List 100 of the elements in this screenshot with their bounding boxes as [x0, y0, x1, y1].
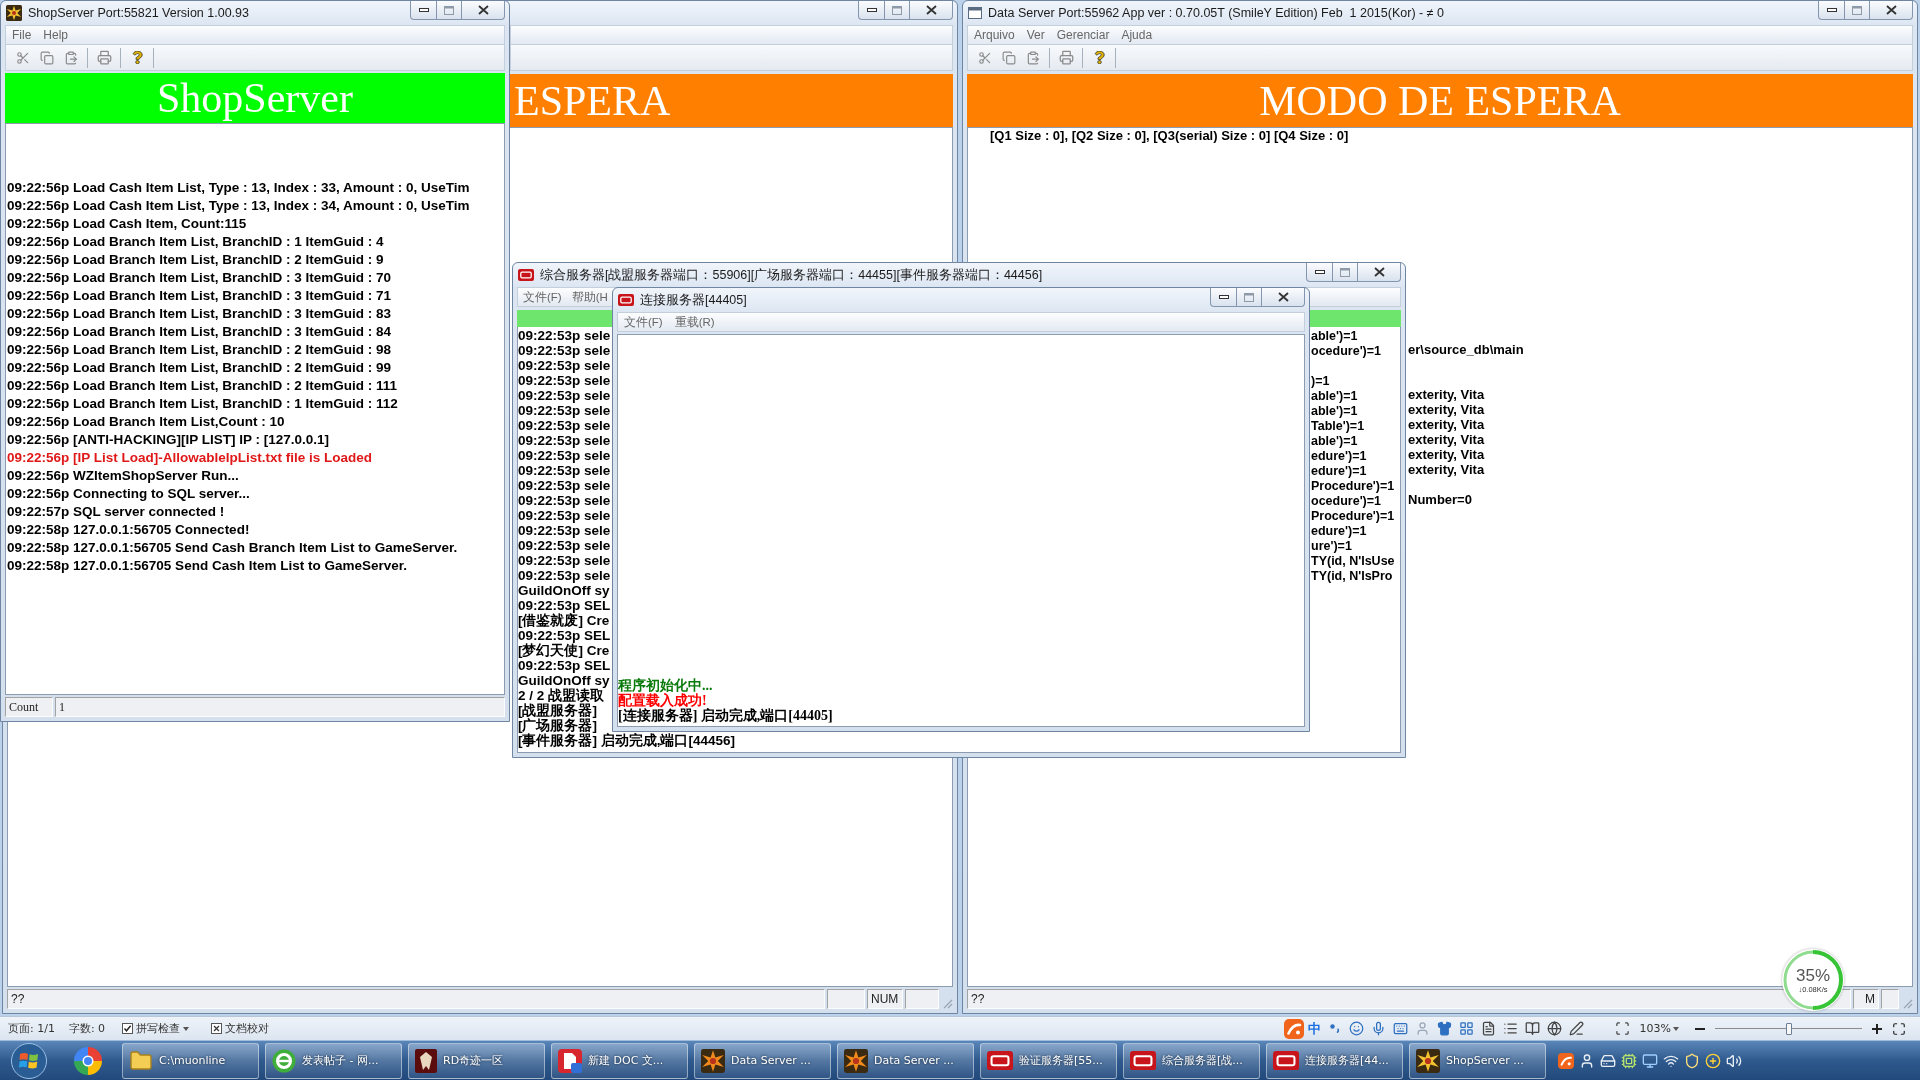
speaker-icon[interactable] [1726, 1052, 1742, 1069]
log-line: 09:22:53p sele [518, 568, 611, 583]
logo-button[interactable] [1282, 1017, 1305, 1040]
log-line: 2 / 2 战盟读取 [518, 688, 605, 703]
smiley-icon [1349, 1021, 1365, 1036]
punctuation-icon [1329, 1024, 1340, 1033]
menu-item[interactable]: 重载(R) [668, 313, 721, 331]
maximize-icon [1852, 5, 1862, 15]
taskbar-button[interactable]: ShopServer ... [1409, 1042, 1546, 1079]
plus-circle-icon[interactable] [1705, 1052, 1721, 1069]
taskbar-button[interactable]: C:\muonline [122, 1042, 259, 1079]
ime-mode-button[interactable]: 中 [1304, 1017, 1324, 1040]
window-title: ShopServer Port:55821 Version 1.00.93 [28, 6, 249, 20]
log-line: er\source_db\main [1408, 342, 1524, 357]
menu-item[interactable]: Ajuda [1115, 26, 1159, 44]
log-line: 09:22:56p [ANTI-HACKING][IP LIST] IP : [127.0.0.1] [7, 431, 330, 449]
chip-icon[interactable] [1621, 1052, 1637, 1069]
page-icon [1481, 1021, 1497, 1036]
log-line: 09:22:58p 127.0.0.1:56705 Connected! [7, 521, 250, 539]
shield-icon[interactable] [1684, 1052, 1700, 1069]
caret-icon [183, 1026, 190, 1031]
star-emblem-icon [6, 5, 22, 21]
user-icon [1415, 1021, 1431, 1036]
taskbar-button[interactable]: RD奇迹一区 [408, 1042, 545, 1079]
taskbar-button[interactable]: Data Server ... [694, 1042, 831, 1079]
log-line: exterity, Vita [1408, 402, 1485, 417]
spell-check-button[interactable]: 拼写检查 [119, 1021, 193, 1036]
close-button[interactable] [1357, 263, 1401, 282]
log-line: GuildOnOff sy [518, 673, 610, 688]
log-line: exterity, Vita [1408, 432, 1485, 447]
log-line: 09:22:56p Load Branch Item List, BranchID : 3 ItemGuid : 84 [7, 323, 392, 341]
minimize-button[interactable] [410, 1, 437, 20]
log-line: exterity, Vita [1408, 447, 1485, 462]
caret-icon [1673, 1026, 1679, 1031]
close-button[interactable] [909, 1, 953, 20]
slider-thumb[interactable] [1785, 1022, 1792, 1035]
menu-item[interactable]: Gerenciar [1050, 26, 1116, 44]
minimize-icon [1218, 295, 1229, 299]
scissors-icon [16, 50, 30, 65]
log-line: 09:22:56p Load Branch Item List, BranchID : 3 ItemGuid : 70 [7, 269, 392, 287]
taskbar-button[interactable]: 验证服务器[55... [980, 1042, 1117, 1079]
log-line: 09:22:53p sele [518, 493, 611, 508]
meter-percent: 35% [1796, 966, 1830, 985]
minimize-button[interactable] [1210, 288, 1237, 307]
crossed-box-icon [211, 1023, 223, 1034]
resize-grip-icon [1901, 997, 1913, 1009]
log-line: able')=1 [1311, 329, 1358, 343]
status-pane: ?? [7, 989, 825, 1009]
menu-item[interactable]: Ver [1020, 26, 1051, 44]
window-title: 连接服务器[44405] [640, 291, 747, 309]
user-icon[interactable] [1579, 1052, 1595, 1069]
log-line: 09:22:53p sele [518, 388, 611, 403]
proofread-button[interactable]: 文档校对 [208, 1021, 273, 1036]
minimize-button[interactable] [1306, 263, 1333, 282]
log-line: [连接服务器] 启动完成,端口[44405] [618, 708, 833, 723]
menu-item[interactable]: 帮助(H [566, 288, 613, 306]
close-icon [1277, 292, 1289, 302]
log-line: able')=1 [1311, 404, 1358, 418]
drive-icon[interactable] [1600, 1052, 1616, 1069]
taskbar-button[interactable]: 新建 DOC 文... [551, 1042, 688, 1079]
taskbar-button[interactable]: Data Server ... [837, 1042, 974, 1079]
list-icon [1503, 1021, 1519, 1036]
menu-item[interactable]: 文件(F) [618, 313, 669, 331]
taskbar-button[interactable]: 综合服务器[战... [1123, 1042, 1260, 1079]
log-line: 09:22:56p [IP List Load]-AllowableIpList.txt file is Loaded [7, 449, 373, 467]
printer-icon [96, 50, 112, 65]
paste-icon [64, 50, 78, 65]
log-line: [事件服务器] 启动完成,端口[44456] [518, 733, 736, 748]
menu-item[interactable]: Arquivo [968, 26, 1021, 44]
app-tile-icon [1273, 1050, 1299, 1071]
log-line: GuildOnOff sy [518, 583, 610, 598]
close-button[interactable] [461, 1, 505, 20]
menu-item[interactable]: 文件(F) [518, 288, 567, 306]
taskbar-button[interactable]: 连接服务器[44... [1266, 1042, 1403, 1079]
minimize-button[interactable] [1818, 1, 1845, 20]
globe-icon [1547, 1021, 1563, 1036]
taskbar-button[interactable]: 发表帖子 - 网... [265, 1042, 402, 1079]
banner: MODO DE ESPERA [967, 74, 1913, 127]
log-line: ocedure')=1 [1311, 494, 1381, 508]
star-emblem-icon [1416, 1048, 1440, 1073]
book-icon [1525, 1021, 1541, 1036]
log-line: 09:22:53p SEL [518, 658, 611, 673]
monitor-icon[interactable] [1642, 1052, 1658, 1069]
menu-item[interactable]: File [6, 26, 38, 44]
log-line: 09:22:56p Load Branch Item List, BranchID : 3 ItemGuid : 83 [7, 305, 392, 323]
close-icon [477, 5, 489, 15]
swoosh-logo-icon[interactable] [1558, 1052, 1574, 1069]
menu-item[interactable]: Help [37, 26, 75, 44]
app-tile-icon [618, 294, 634, 306]
close-button[interactable] [1869, 1, 1913, 20]
log-line: 09:22:58p 127.0.0.1:56705 Send Cash Item List to GameServer. [7, 557, 407, 575]
page-count: 页面: 1/1 [8, 1021, 55, 1036]
log-line: 09:22:53p sele [518, 553, 611, 568]
log-line: 09:22:56p Load Branch Item List, BranchID : 3 ItemGuid : 71 [7, 287, 392, 305]
log-line: ure')=1 [1311, 539, 1352, 553]
minimize-button[interactable] [858, 1, 885, 20]
minimize-icon [418, 8, 429, 12]
color-wheel-icon [74, 1046, 102, 1075]
minimize-icon [1826, 8, 1837, 12]
close-button[interactable] [1261, 288, 1305, 307]
